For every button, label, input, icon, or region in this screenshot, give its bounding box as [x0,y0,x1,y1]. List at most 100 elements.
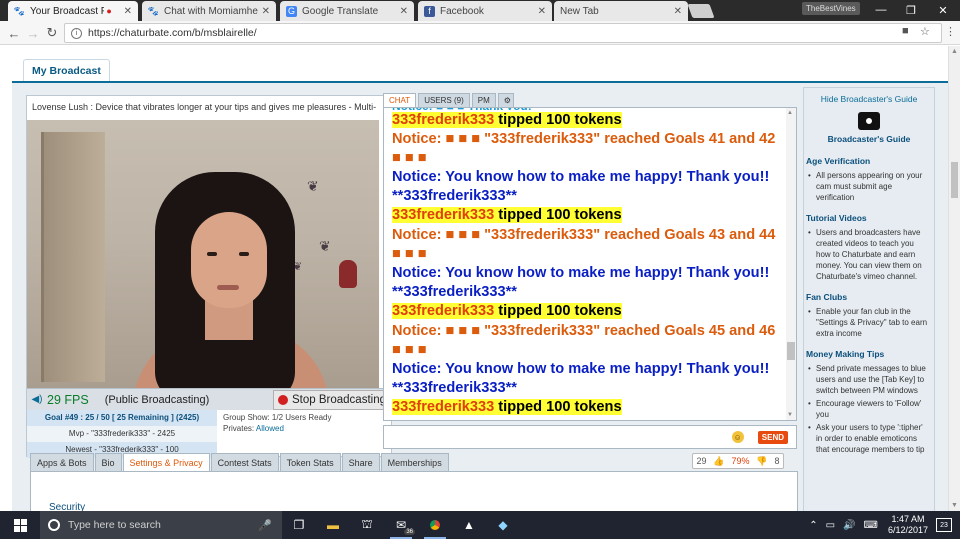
close-icon[interactable]: ✕ [538,6,546,17]
tab-google-translate[interactable]: G Google Translate ✕ [280,1,414,21]
task-view-icon[interactable]: ❐ [282,511,316,539]
tab-facebook[interactable]: f Facebook ✕ [418,1,552,21]
url-text: https://chaturbate.com/b/msblairelle/ [88,27,257,39]
tip-highlight: 333frederik333 tipped 100 tokens [392,303,622,320]
tab-apps-bots[interactable]: Apps & Bots [30,453,94,471]
close-window-icon[interactable]: ✕ [928,0,958,20]
windows-taskbar: Type here to search 🎤 ❐ ▬ ⛫ ✉ 36 ▲ ◆ ⌃ ▭ … [0,511,960,539]
photos-icon[interactable]: ▲ [452,511,486,539]
chat-message: 333frederik333 tipped 100 tokens [392,398,782,417]
camera-access-icon[interactable]: ■ [902,25,909,37]
menu-icon[interactable]: ⋮ [945,25,956,38]
thumbs-up-count: 29 [696,456,707,466]
thumbs-down-icon: 👎 [756,455,768,466]
restore-icon[interactable]: ❐ [896,0,926,20]
volume-icon[interactable]: 🔊 [843,520,855,531]
person-eye [207,252,217,256]
tab-new-tab[interactable]: New Tab ✕ [554,1,688,21]
tip-username[interactable]: 333frederik333 [392,111,495,128]
app-icon[interactable]: ◆ [486,511,520,539]
network-icon[interactable]: ▭ [826,520,835,531]
browser-toolbar: ← → ↻ i https://chaturbate.com/b/msblair… [0,21,960,45]
page-scrollbar[interactable]: ▲ ▼ [948,46,960,511]
tab-share[interactable]: Share [341,453,380,471]
guide-title-link[interactable]: Broadcaster's Guide [804,134,934,144]
send-button[interactable]: SEND [757,430,788,444]
tab-contest-stats[interactable]: Contest Stats [210,453,279,471]
facebook-icon: f [424,5,435,17]
chrome-icon[interactable] [418,511,452,539]
recording-icon: ● [106,6,112,16]
minimize-icon[interactable]: — [866,0,896,20]
google-translate-icon: G [286,5,297,17]
speaker-icon[interactable]: ◀) [27,394,47,405]
tab-chat[interactable]: CHAT [383,93,417,107]
tab-your-broadcast-page[interactable]: 🐾 Your Broadcast Page! ● ✕ [8,1,138,21]
close-icon[interactable]: ✕ [124,6,132,17]
scroll-up-icon[interactable]: ▲ [787,110,793,116]
file-explorer-icon[interactable]: ▬ [316,511,350,539]
chat-messages-area[interactable]: Notice: ■ ■ ■ Thank you!333frederik333 t… [383,107,797,421]
chevron-up-icon[interactable]: ⌃ [809,520,817,531]
tip-username[interactable]: 333frederik333 [392,207,495,224]
tip-text: tipped 100 tokens [494,303,622,320]
gear-icon[interactable]: ⚙ [497,93,514,107]
smiley-icon[interactable]: ☺ [731,431,744,443]
room-subject: Lovense Lush : Device that vibrates long… [27,96,391,120]
address-bar[interactable]: i https://chaturbate.com/b/msblairelle/ [64,23,942,43]
chat-message: 333frederik333 tipped 100 tokens [392,111,782,130]
stop-broadcasting-button[interactable]: Stop Broadcasting [273,389,391,410]
windows-start-icon[interactable] [0,511,40,539]
tip-username[interactable]: 333frederik333 [392,399,495,416]
tab-token-stats[interactable]: Token Stats [279,453,341,471]
tab-memberships[interactable]: Memberships [380,453,449,471]
bookmark-star-icon[interactable]: ☆ [920,25,930,38]
tip-highlight: 333frederik333 tipped 100 tokens [392,399,622,416]
profile-label[interactable]: TheBestVines [802,2,860,15]
chat-input-row: ☺ SEND [383,425,797,449]
notification-center-icon[interactable]: 23 [936,518,952,532]
microphone-icon[interactable]: 🎤 [258,519,272,532]
close-icon[interactable]: ✕ [400,6,408,17]
scroll-up-icon[interactable]: ▲ [951,48,958,55]
video-controls: ◀) 29 FPS (Public Broadcasting) Stop Bro… [27,388,391,410]
clock[interactable]: 1:47 AM 6/12/2017 [888,514,928,536]
hide-guide-link[interactable]: Hide Broadcaster's Guide [804,94,934,104]
forward-icon[interactable]: → [25,25,41,41]
tab-my-broadcast[interactable]: My Broadcast [23,59,110,81]
chat-input[interactable] [384,428,732,446]
clock-date: 6/12/2017 [887,525,928,535]
scroll-thumb[interactable] [787,342,795,360]
tip-username[interactable]: 333frederik333 [392,303,495,320]
keyboard-icon[interactable]: ⌨ [864,520,878,531]
guide-section-title: Fan Clubs [806,292,848,302]
scroll-down-icon[interactable]: ▼ [787,412,793,418]
chat-message: Notice: You know how to make me happy! T… [392,361,770,396]
thumbs-down-count: 8 [774,456,780,466]
scroll-thumb[interactable] [951,162,958,198]
scroll-down-icon[interactable]: ▼ [951,502,958,509]
taskbar-search[interactable]: Type here to search 🎤 [40,511,282,539]
reload-icon[interactable]: ↻ [44,25,60,41]
clock-time: 1:47 AM [891,514,925,524]
close-icon[interactable]: ✕ [674,6,682,17]
butterfly-decoration: ❦ [307,178,319,194]
info-icon[interactable]: i [71,27,82,39]
butterfly-decoration: ❦ [319,238,331,254]
privates-allowed-link[interactable]: Allowed [256,424,284,433]
tip-highlight: 333frederik333 tipped 100 tokens [392,111,622,128]
chat-scrollbar[interactable]: ▲ ▼ [786,108,796,420]
store-icon[interactable]: ⛫ [350,511,384,539]
tab-pm[interactable]: PM [471,93,496,107]
tab-chat-with-momiamhere[interactable]: 🐾 Chat with Momiamhere ✕ [142,1,276,21]
mail-icon[interactable]: ✉ 36 [384,511,418,539]
new-tab-button[interactable] [687,4,715,18]
guide-section-list: Users and broadcasters have created vide… [804,227,934,282]
back-icon[interactable]: ← [6,25,22,41]
close-icon[interactable]: ✕ [262,6,270,17]
tab-bio[interactable]: Bio [94,453,122,471]
tab-users[interactable]: USERS (9) [418,93,470,107]
goal-progress: Goal #49 : 25 / 50 [ 25 Remaining ] (242… [27,410,217,426]
tab-settings-privacy[interactable]: Settings & Privacy [122,453,210,471]
camera-icon [858,112,880,130]
